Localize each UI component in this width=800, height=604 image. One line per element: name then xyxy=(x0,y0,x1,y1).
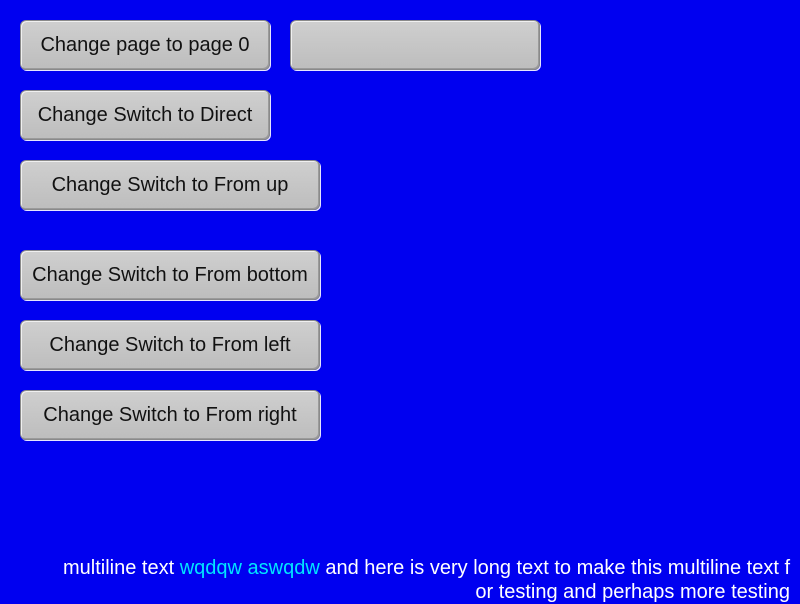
multiline-text-start: multiline text xyxy=(62,557,180,579)
switch-from-up-button[interactable]: Change Switch to From up xyxy=(20,160,320,210)
switch-from-bottom-button[interactable]: Change Switch to From bottom xyxy=(20,250,320,300)
switch-from-right-button[interactable]: Change Switch to From right xyxy=(20,390,320,440)
multiline-text-highlight: wqdqw aswqdw xyxy=(179,557,320,579)
change-page-button[interactable]: Change page to page 0 xyxy=(20,20,270,70)
multiline-text-end: and here is very long text to make this … xyxy=(319,557,790,579)
multiline-text-line-1: multiline text wqdqw aswqdw and here is … xyxy=(30,556,790,580)
switch-from-left-button[interactable]: Change Switch to From left xyxy=(20,320,320,370)
switch-direct-button[interactable]: Change Switch to Direct xyxy=(20,90,270,140)
multiline-text-line-2: or testing and perhaps more testing xyxy=(475,581,790,603)
empty-button[interactable] xyxy=(290,20,540,70)
multiline-text: multiline text wqdqw aswqdw and here is … xyxy=(30,556,790,604)
